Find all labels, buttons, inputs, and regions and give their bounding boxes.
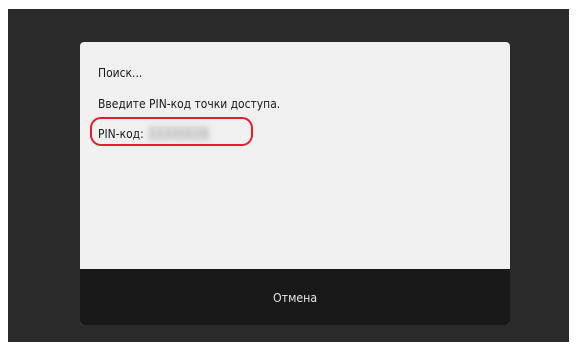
pin-highlight-ring xyxy=(90,117,253,146)
instruction-text: Введите PIN-код точки доступа. xyxy=(98,96,281,111)
wps-pin-dialog: Поиск... Введите PIN-код точки доступа. … xyxy=(80,42,510,325)
dialog-body: Поиск... Введите PIN-код точки доступа. … xyxy=(80,42,510,269)
cancel-button[interactable]: Отмена xyxy=(80,269,510,325)
cancel-button-label: Отмена xyxy=(272,289,318,305)
status-text: Поиск... xyxy=(98,65,143,80)
device-screen: Поиск... Введите PIN-код точки доступа. … xyxy=(8,9,569,342)
